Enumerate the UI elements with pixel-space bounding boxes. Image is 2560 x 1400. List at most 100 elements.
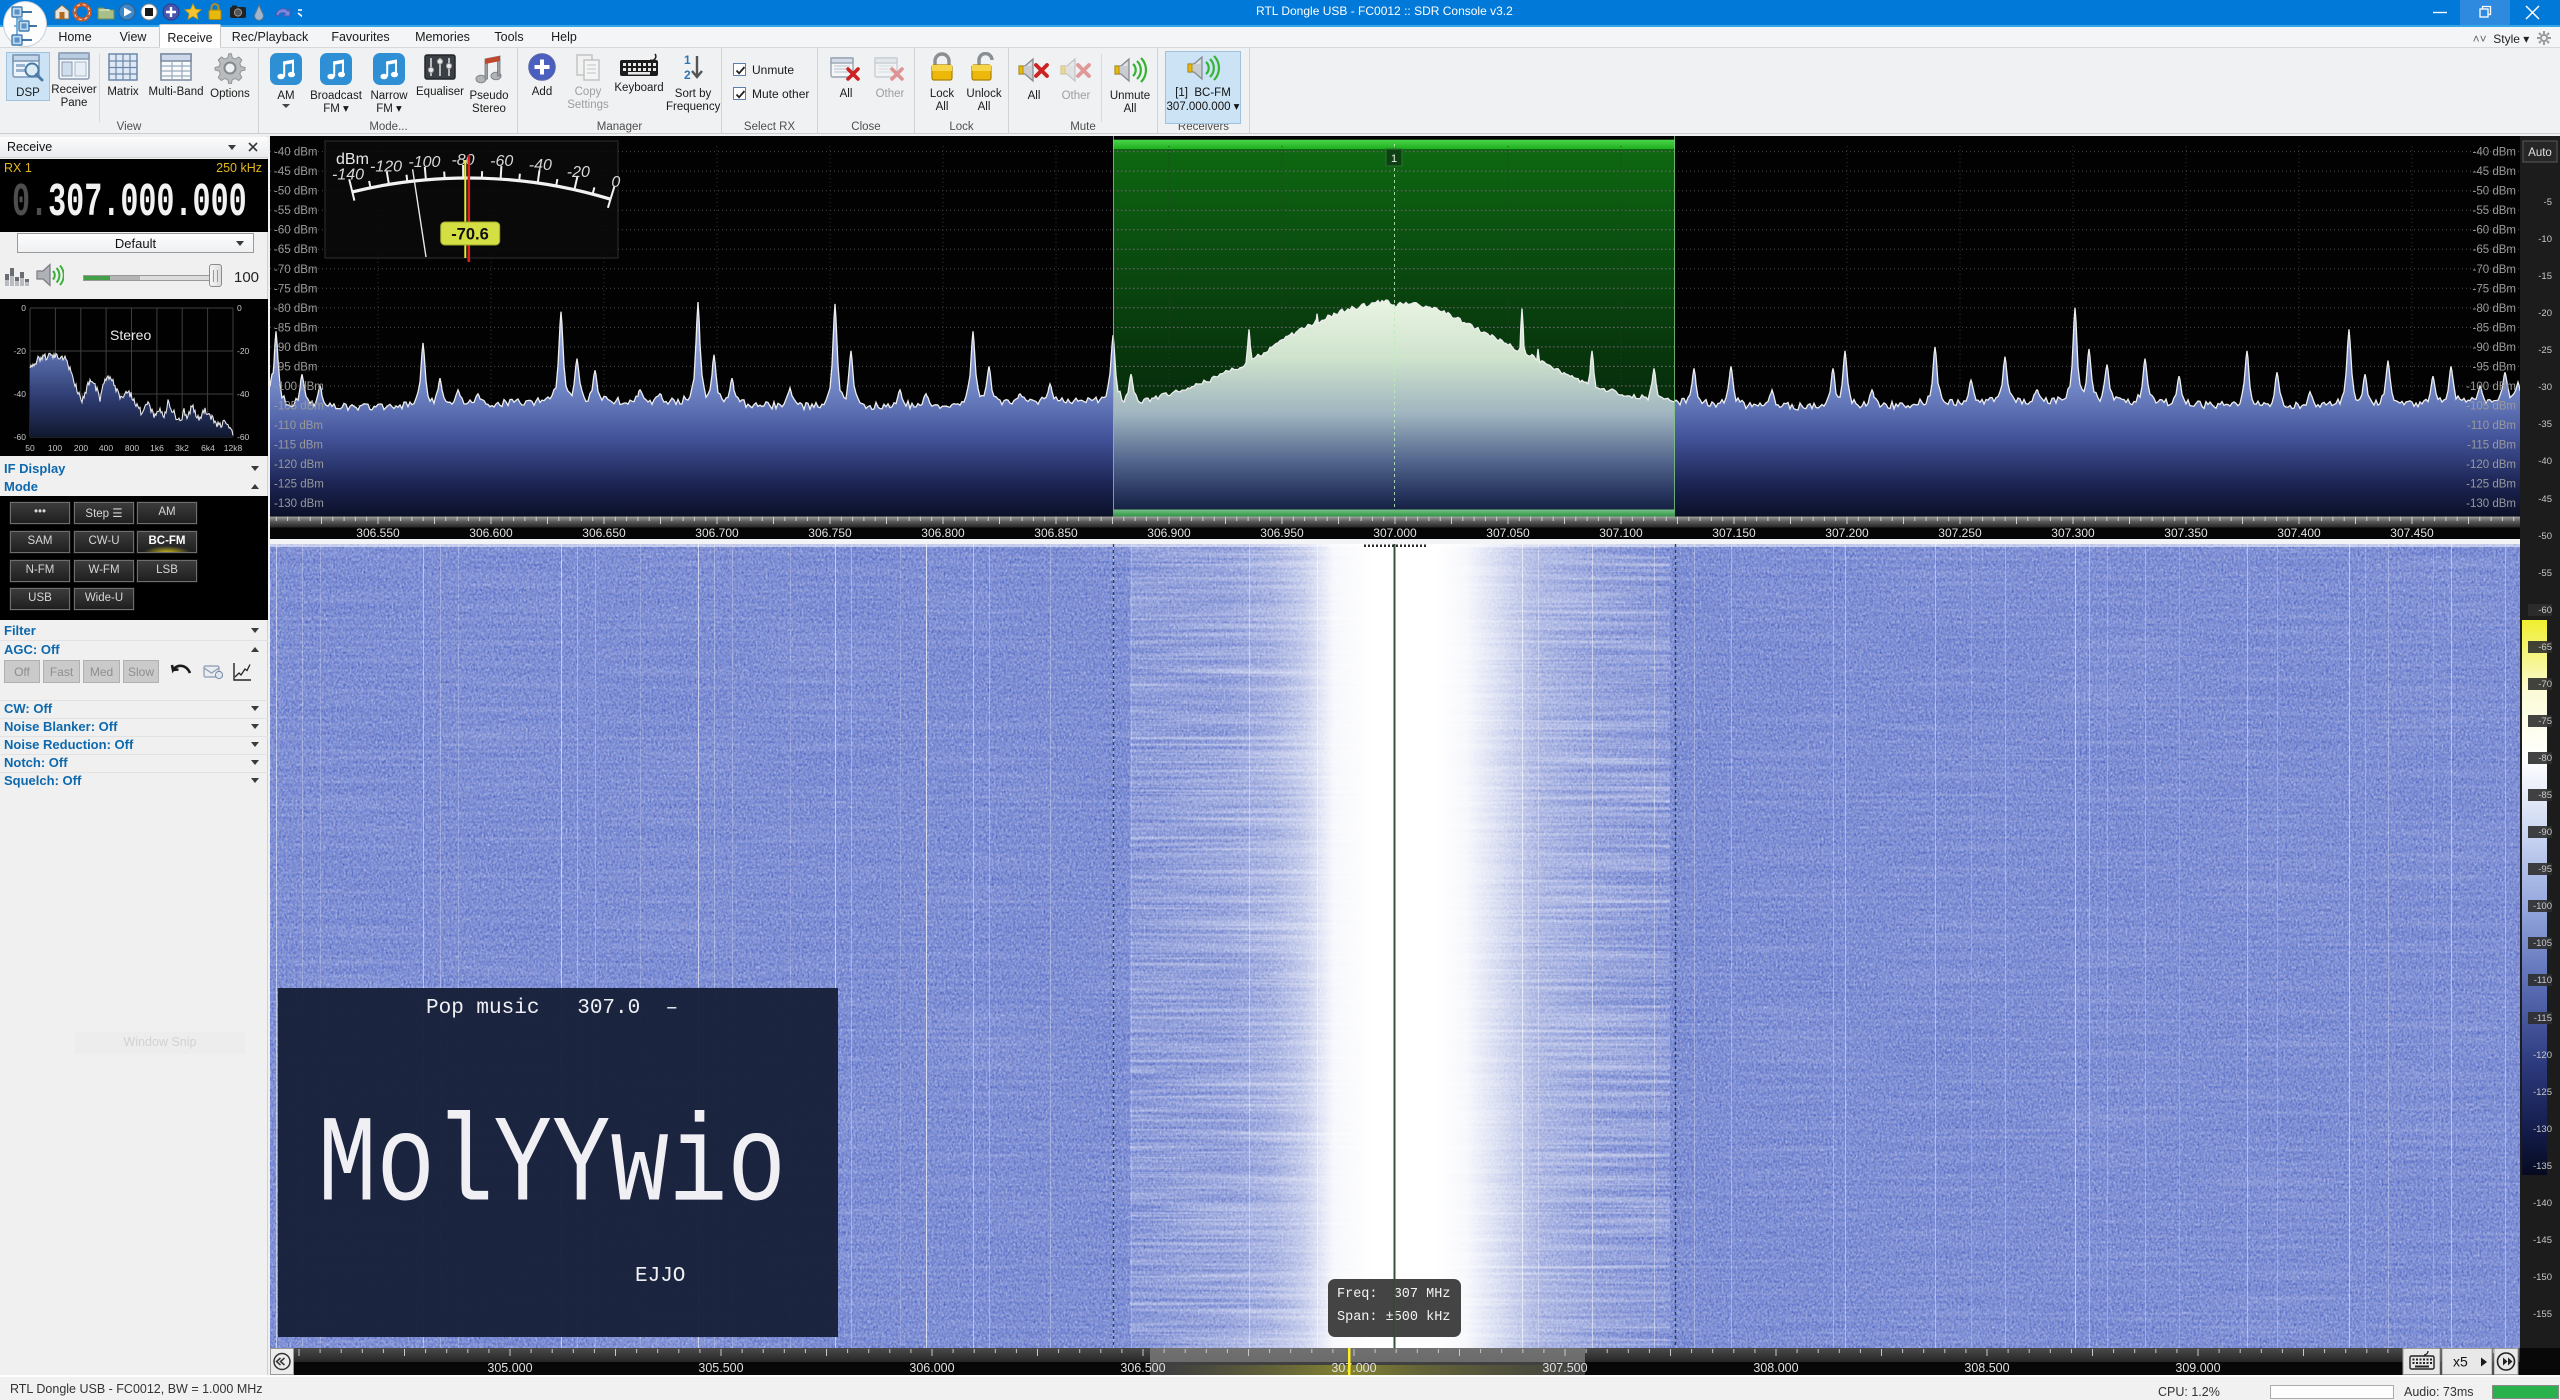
svg-text:306.000: 306.000 <box>909 1361 954 1375</box>
svg-text:-120 dBm: -120 dBm <box>2466 459 2516 471</box>
svg-text:-100: -100 <box>2533 901 2552 912</box>
svg-text:307.150: 307.150 <box>1712 526 1756 540</box>
svg-text:-90 dBm: -90 dBm <box>274 342 317 354</box>
svg-text:-30: -30 <box>2538 382 2552 393</box>
svg-text:0: 0 <box>21 303 26 313</box>
svg-text:306.500: 306.500 <box>1120 1361 1165 1375</box>
svg-text:1: 1 <box>1391 153 1397 165</box>
svg-text:-125 dBm: -125 dBm <box>274 479 324 491</box>
svg-text:-70.6: -70.6 <box>451 226 489 244</box>
svg-text:-90: -90 <box>2538 827 2552 838</box>
svg-text:307.250: 307.250 <box>1938 526 1982 540</box>
svg-text:307.000: 307.000 <box>1373 526 1417 540</box>
svg-text:306.950: 306.950 <box>1260 526 1304 540</box>
svg-text:-40: -40 <box>237 389 250 399</box>
svg-text:-40 dBm: -40 dBm <box>274 147 317 159</box>
svg-text:308.500: 308.500 <box>1964 1361 2009 1375</box>
svg-text:-40: -40 <box>14 389 27 399</box>
svg-text:306.600: 306.600 <box>469 526 513 540</box>
svg-text:306.900: 306.900 <box>1147 526 1191 540</box>
svg-text:Auto: Auto <box>2528 147 2552 159</box>
svg-text:-85 dBm: -85 dBm <box>2473 322 2516 334</box>
svg-text:-70 dBm: -70 dBm <box>274 264 317 276</box>
svg-text:-45 dBm: -45 dBm <box>2473 166 2516 178</box>
svg-text:-70: -70 <box>2538 679 2552 690</box>
svg-text:-50: -50 <box>2538 531 2552 542</box>
svg-text:2: 2 <box>684 68 691 82</box>
svg-text:-110 dBm: -110 dBm <box>2467 420 2516 432</box>
svg-text:-25: -25 <box>2538 345 2552 356</box>
svg-text:307.450: 307.450 <box>2390 526 2434 540</box>
svg-text:-150: -150 <box>2533 1272 2552 1283</box>
svg-text:-80: -80 <box>451 152 474 169</box>
svg-text:-75: -75 <box>2538 716 2552 727</box>
svg-text:-95 dBm: -95 dBm <box>274 361 317 373</box>
svg-text:-120: -120 <box>370 159 402 176</box>
svg-text:-80 dBm: -80 dBm <box>274 303 317 315</box>
svg-text:-70 dBm: -70 dBm <box>2473 264 2516 276</box>
svg-text:-60: -60 <box>237 432 250 442</box>
svg-text:-115 dBm: -115 dBm <box>2467 440 2516 452</box>
svg-text:307.050: 307.050 <box>1486 526 1530 540</box>
svg-text:x5: x5 <box>2453 1354 2468 1370</box>
svg-text:306.700: 306.700 <box>695 526 739 540</box>
svg-text:-100 dBm: -100 dBm <box>274 381 324 393</box>
svg-text:305.500: 305.500 <box>698 1361 743 1375</box>
svg-text:-130 dBm: -130 dBm <box>274 498 324 510</box>
svg-text:307.100: 307.100 <box>1599 526 1643 540</box>
svg-text:-60 dBm: -60 dBm <box>2473 225 2516 237</box>
svg-text:-110: -110 <box>2534 975 2552 986</box>
svg-text:-60 dBm: -60 dBm <box>274 225 317 237</box>
svg-text:-140: -140 <box>2533 1198 2552 1209</box>
svg-text:-45: -45 <box>2538 494 2552 505</box>
svg-text:-90 dBm: -90 dBm <box>2473 342 2516 354</box>
svg-text:400: 400 <box>99 443 113 453</box>
svg-text:-95 dBm: -95 dBm <box>2473 361 2516 373</box>
svg-text:307.500: 307.500 <box>1542 1361 1587 1375</box>
svg-text:-35: -35 <box>2538 419 2552 430</box>
svg-text:-10: -10 <box>2538 234 2552 245</box>
svg-text:307.200: 307.200 <box>1825 526 1869 540</box>
svg-text:0: 0 <box>237 303 242 313</box>
svg-text:-155: -155 <box>2533 1309 2552 1320</box>
svg-text:50: 50 <box>25 443 35 453</box>
svg-text:3k2: 3k2 <box>175 443 189 453</box>
svg-text:-120: -120 <box>2533 1050 2552 1061</box>
svg-text:306.850: 306.850 <box>1034 526 1078 540</box>
svg-text:1k6: 1k6 <box>150 443 164 453</box>
svg-text:800: 800 <box>125 443 139 453</box>
svg-text:-115: -115 <box>2534 1013 2552 1024</box>
svg-text:307.300: 307.300 <box>2051 526 2095 540</box>
svg-text:-55: -55 <box>2538 568 2552 579</box>
svg-text:-145: -145 <box>2533 1235 2552 1246</box>
svg-text:-60: -60 <box>490 153 513 170</box>
svg-text:-60: -60 <box>2538 605 2552 616</box>
svg-text:-95: -95 <box>2538 864 2552 875</box>
svg-text:-125: -125 <box>2533 1087 2552 1098</box>
svg-text:-75 dBm: -75 dBm <box>2473 283 2516 295</box>
svg-text:306.650: 306.650 <box>582 526 626 540</box>
svg-text:-80: -80 <box>2538 753 2552 764</box>
svg-text:-105 dBm: -105 dBm <box>274 401 324 413</box>
svg-text:-15: -15 <box>2538 271 2552 282</box>
svg-text:-105: -105 <box>2533 938 2552 949</box>
svg-text:-55 dBm: -55 dBm <box>2473 205 2516 217</box>
svg-text:-75 dBm: -75 dBm <box>274 283 317 295</box>
svg-text:306.750: 306.750 <box>808 526 852 540</box>
svg-text:-125 dBm: -125 dBm <box>2466 479 2516 491</box>
svg-text:-60: -60 <box>14 432 27 442</box>
svg-text:-120 dBm: -120 dBm <box>274 459 324 471</box>
svg-text:305.000: 305.000 <box>487 1361 532 1375</box>
svg-text:-50 dBm: -50 dBm <box>2473 186 2516 198</box>
svg-text:-45 dBm: -45 dBm <box>274 166 317 178</box>
svg-text:-130 dBm: -130 dBm <box>2466 498 2516 510</box>
svg-text:-40 dBm: -40 dBm <box>2473 147 2516 159</box>
svg-text:306.550: 306.550 <box>356 526 400 540</box>
svg-text:-130: -130 <box>2533 1124 2552 1135</box>
svg-text:-50 dBm: -50 dBm <box>274 186 317 198</box>
svg-text:12k8: 12k8 <box>224 443 243 453</box>
svg-text:-65 dBm: -65 dBm <box>2473 244 2516 256</box>
svg-text:-115 dBm: -115 dBm <box>274 440 323 452</box>
svg-text:307.000: 307.000 <box>1331 1361 1376 1375</box>
svg-text:308.000: 308.000 <box>1753 1361 1798 1375</box>
